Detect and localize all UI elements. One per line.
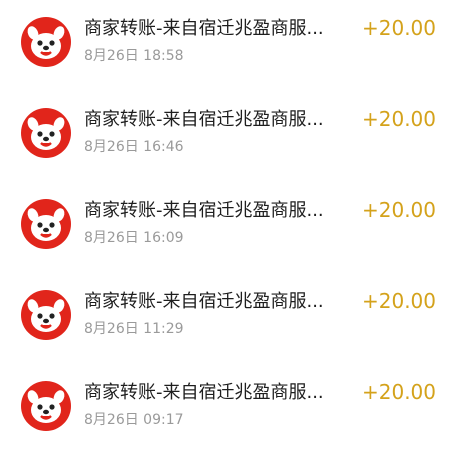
jd-joy-dog-icon (21, 108, 71, 158)
transaction-title: 商家转账-来自宿迁兆盈商服... (84, 200, 324, 221)
jd-joy-dog-icon (21, 290, 71, 340)
jd-joy-dog-icon (21, 199, 71, 249)
transaction-time: 8月26日 16:46 (84, 139, 184, 155)
transaction-time: 8月26日 18:58 (84, 48, 184, 64)
transaction-row[interactable]: 商家转账-来自宿迁兆盈商服... 8月26日 18:58 +20.00 (0, 0, 450, 90)
transaction-title: 商家转账-来自宿迁兆盈商服... (84, 291, 324, 312)
transaction-time: 8月26日 11:29 (84, 321, 184, 337)
transaction-time: 8月26日 09:17 (84, 412, 184, 428)
transaction-title: 商家转账-来自宿迁兆盈商服... (84, 109, 324, 130)
transaction-list: 商家转账-来自宿迁兆盈商服... 8月26日 18:58 +20.00 商家转账… (0, 0, 450, 462)
transaction-row[interactable]: 商家转账-来自宿迁兆盈商服... 8月26日 16:09 +20.00 (0, 182, 450, 272)
transaction-title: 商家转账-来自宿迁兆盈商服... (84, 382, 324, 403)
jd-joy-dog-icon (21, 17, 71, 67)
transaction-row[interactable]: 商家转账-来自宿迁兆盈商服... 8月26日 09:17 +20.00 (0, 364, 450, 454)
transaction-amount: +20.00 (361, 107, 436, 131)
transaction-time: 8月26日 16:09 (84, 230, 184, 246)
transaction-amount: +20.00 (361, 198, 436, 222)
transaction-amount: +20.00 (361, 16, 436, 40)
transaction-title: 商家转账-来自宿迁兆盈商服... (84, 18, 324, 39)
transaction-row[interactable]: 商家转账-来自宿迁兆盈商服... 8月26日 16:46 +20.00 (0, 91, 450, 181)
transaction-amount: +20.00 (361, 380, 436, 404)
transaction-row[interactable]: 商家转账-来自宿迁兆盈商服... 8月26日 11:29 +20.00 (0, 273, 450, 363)
transaction-amount: +20.00 (361, 289, 436, 313)
jd-joy-dog-icon (21, 381, 71, 431)
